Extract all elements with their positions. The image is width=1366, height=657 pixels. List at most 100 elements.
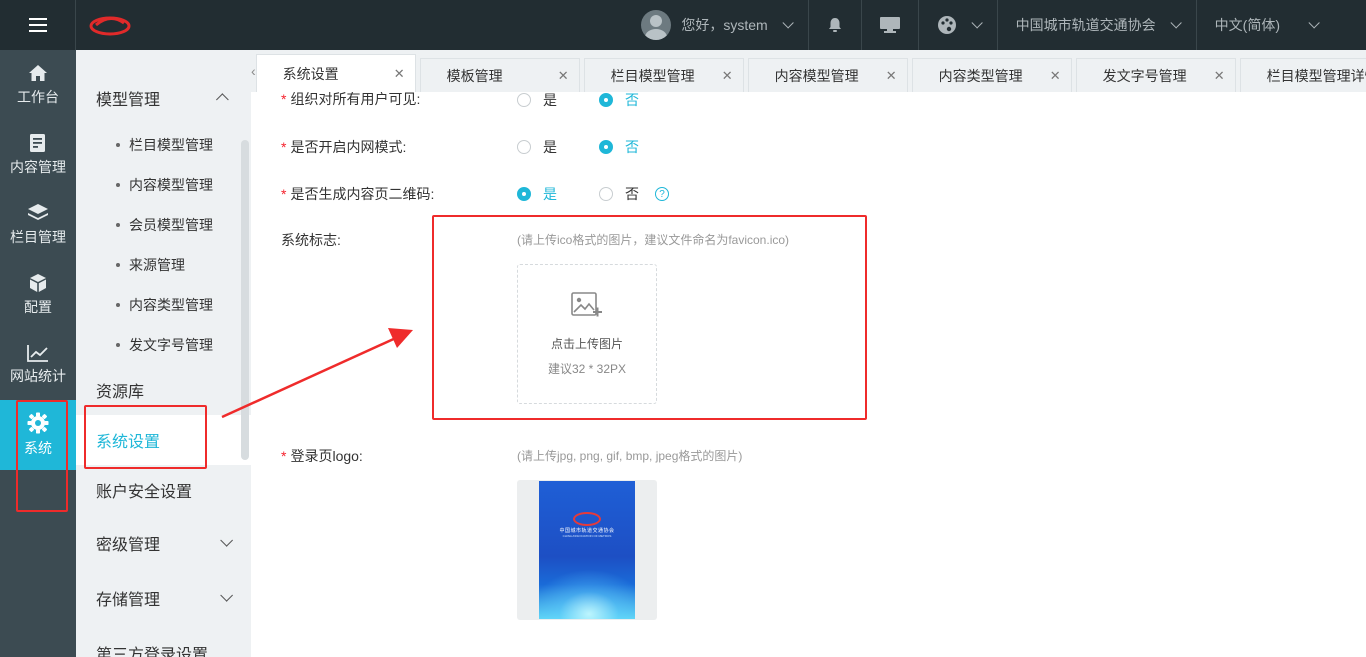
secondary-menu: 模型管理 栏目模型管理 内容模型管理 会员模型管理 来源管理 内容类型管理 发文… bbox=[76, 50, 251, 657]
menu-item-source[interactable]: 来源管理 bbox=[76, 245, 251, 285]
field-label: 是否生成内容页二维码: bbox=[290, 186, 435, 202]
field-label: 登录页logo: bbox=[290, 448, 363, 464]
radio-no[interactable]: 否 bbox=[599, 92, 639, 110]
menu-item-content-model[interactable]: 内容模型管理 bbox=[76, 165, 251, 205]
annotation-box-system-rail bbox=[16, 400, 68, 512]
rail-item-label: 内容管理 bbox=[10, 159, 66, 175]
tab-system-settings[interactable]: 系统设置 ✕ bbox=[255, 54, 416, 92]
menu-item-member-model[interactable]: 会员模型管理 bbox=[76, 205, 251, 245]
radio-no[interactable]: 否 bbox=[599, 184, 639, 204]
radio-label: 否 bbox=[625, 139, 639, 155]
fullscreen-button[interactable] bbox=[860, 0, 918, 50]
tab-template[interactable]: 模板管理 ✕ bbox=[419, 58, 580, 92]
menu-item-column-model[interactable]: 栏目模型管理 bbox=[76, 125, 251, 165]
notification-button[interactable] bbox=[807, 0, 861, 50]
radio-yes[interactable]: 是 bbox=[517, 92, 557, 110]
palette-icon bbox=[937, 16, 956, 34]
required-mark: * bbox=[281, 92, 287, 107]
field-system-logo: 系统标志: bbox=[281, 230, 341, 250]
radio-yes[interactable]: 是 bbox=[517, 184, 557, 204]
tab-bar: ‹ 系统设置 ✕ 模板管理 ✕ 栏目模型管理 ✕ 内容模型管理 ✕ 内容类型管理 ✕ 发文… bbox=[251, 50, 1366, 92]
tab-label: 模板管理 bbox=[446, 67, 503, 84]
close-icon[interactable]: ✕ bbox=[1050, 68, 1061, 84]
tab-content-model[interactable]: 内容模型管理 ✕ bbox=[747, 58, 908, 92]
language-name: 中文(简体) bbox=[1214, 17, 1280, 33]
chevron-down-icon bbox=[971, 17, 983, 29]
radio-circle bbox=[517, 140, 531, 154]
radio-label: 是 bbox=[543, 139, 557, 155]
tab-column-model-detail[interactable]: 栏目模型管理详情 bbox=[1239, 58, 1366, 92]
monitor-icon bbox=[879, 17, 900, 33]
annotation-box-system-settings bbox=[84, 405, 207, 469]
tab-doc-number[interactable]: 发文字号管理 ✕ bbox=[1075, 58, 1236, 92]
avatar bbox=[641, 10, 672, 40]
field-label: 组织对所有用户可见: bbox=[290, 92, 421, 107]
menu-item-content-type[interactable]: 内容类型管理 bbox=[76, 285, 251, 325]
close-icon[interactable]: ✕ bbox=[394, 66, 405, 82]
menu-icon bbox=[28, 18, 47, 32]
chevron-down-icon bbox=[220, 589, 233, 602]
tab-content-type[interactable]: 内容类型管理 ✕ bbox=[911, 58, 1072, 92]
required-mark: * bbox=[281, 139, 287, 155]
rail-item-label: 工作台 bbox=[17, 89, 59, 105]
tab-column-model[interactable]: 栏目模型管理 ✕ bbox=[583, 58, 744, 92]
rail-item-columns[interactable]: 栏目管理 bbox=[0, 190, 76, 260]
login-logo-hint: (请上传jpg, png, gif, bmp, jpeg格式的图片) bbox=[517, 449, 743, 463]
close-icon[interactable]: ✕ bbox=[1214, 68, 1225, 84]
field-qrcode: * 是否生成内容页二维码: bbox=[281, 184, 434, 204]
greeting-text: 您好，system bbox=[681, 17, 768, 33]
radio-no[interactable]: 否 bbox=[599, 137, 639, 157]
brand-logo[interactable] bbox=[80, 0, 140, 50]
theme-menu[interactable] bbox=[917, 0, 997, 50]
radio-circle bbox=[517, 93, 531, 107]
menu-item-account-security[interactable]: 账户安全设置 bbox=[76, 465, 251, 515]
close-icon[interactable]: ✕ bbox=[722, 68, 733, 84]
menu-item-doc-number[interactable]: 发文字号管理 bbox=[76, 325, 251, 365]
document-icon bbox=[30, 134, 45, 152]
rail-item-content[interactable]: 内容管理 bbox=[0, 120, 76, 190]
rail-item-config[interactable]: 配置 bbox=[0, 260, 76, 330]
radio-label: 否 bbox=[625, 186, 639, 202]
home-icon bbox=[29, 65, 47, 81]
help-icon[interactable]: ? bbox=[655, 187, 669, 201]
login-logo-image: 中国城市轨道交通协会 CHINA ASSOCIATION OF METROS bbox=[539, 481, 635, 619]
poster-subtitle: CHINA ASSOCIATION OF METROS bbox=[562, 534, 612, 538]
organization-select[interactable]: 中国城市轨道交通协会 bbox=[996, 0, 1196, 50]
radio-label: 是 bbox=[543, 92, 557, 108]
language-select[interactable]: 中文(简体) bbox=[1195, 0, 1366, 50]
org-visible-radio-group: 是 否 bbox=[517, 92, 681, 110]
rail-item-label: 栏目管理 bbox=[10, 229, 66, 245]
field-intranet: * 是否开启内网模式: bbox=[281, 137, 406, 157]
rail-item-workbench[interactable]: 工作台 bbox=[0, 50, 76, 120]
chevron-down-icon bbox=[1170, 17, 1182, 29]
field-org-visible: * 组织对所有用户可见: bbox=[281, 92, 420, 109]
login-logo-preview[interactable]: 中国城市轨道交通协会 CHINA ASSOCIATION OF METROS bbox=[517, 480, 657, 620]
close-icon[interactable]: ✕ bbox=[886, 68, 897, 84]
required-mark: * bbox=[281, 448, 287, 464]
tab-label: 内容类型管理 bbox=[938, 67, 1023, 84]
radio-yes[interactable]: 是 bbox=[517, 137, 557, 157]
rail-item-label: 网站统计 bbox=[10, 368, 66, 384]
tab-label: 发文字号管理 bbox=[1102, 67, 1187, 84]
cube-icon bbox=[30, 274, 46, 292]
menu-scrollbar[interactable] bbox=[241, 140, 249, 460]
menu-group-storage[interactable]: 存储管理 bbox=[76, 570, 251, 625]
menu-group-third-party[interactable]: 第三方登录设置 bbox=[76, 625, 251, 657]
poster-title: 中国城市轨道交通协会 bbox=[559, 528, 615, 534]
menu-group-label: 第三方登录设置 bbox=[96, 646, 209, 657]
menu-group-secret-level[interactable]: 密级管理 bbox=[76, 515, 251, 570]
close-icon[interactable]: ✕ bbox=[558, 68, 569, 84]
poster-light-beam bbox=[539, 569, 635, 619]
radio-circle bbox=[599, 93, 613, 107]
menu-group-model[interactable]: 模型管理 bbox=[76, 70, 251, 125]
user-menu[interactable]: 您好，system bbox=[623, 0, 807, 50]
menu-group-label: 存储管理 bbox=[96, 591, 161, 609]
tab-label: 栏目模型管理详情 bbox=[1266, 67, 1366, 84]
poster-logo-mark bbox=[573, 512, 601, 526]
qrcode-radio-group: 是 否 ? bbox=[517, 184, 669, 204]
rail-item-stats[interactable]: 网站统计 bbox=[0, 330, 76, 400]
chevron-down-icon bbox=[1308, 17, 1320, 29]
chevron-down-icon bbox=[782, 17, 794, 29]
menu-toggle-button[interactable] bbox=[0, 0, 76, 50]
radio-circle bbox=[517, 187, 531, 201]
